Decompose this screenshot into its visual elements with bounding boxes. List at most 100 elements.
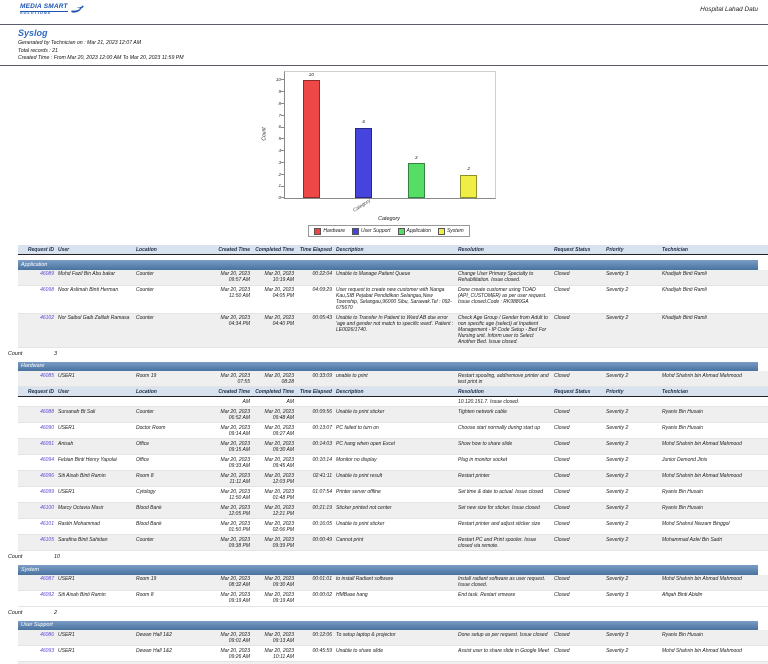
request-id-link[interactable]: 46098 [40, 287, 54, 293]
cell-description: Printer server offline [334, 487, 456, 503]
cell-completed: Mar 20, 2023 04:05 PM [252, 285, 296, 313]
logo-swoosh-icon [70, 4, 84, 15]
cell-description: HMBase hang [334, 590, 456, 606]
media-smart-logo: MEDIA SMART SOLUTIONS [20, 4, 84, 16]
request-id-link[interactable]: 46100 [40, 505, 54, 511]
cell-id: 46096 [18, 471, 56, 487]
request-row: 46101Rastin MohammadBlood BankMar 20, 20… [18, 519, 768, 535]
request-row: 46102Nor Saibul Gaib Zalilah RamasaCount… [18, 313, 768, 347]
cell-elapsed: 01:07:54 [296, 487, 334, 503]
request-id-link[interactable]: 46087 [40, 576, 54, 582]
cell-description: PC hang when open Excel [334, 439, 456, 455]
cell-created: Mar 20, 2023 09:57 AM [208, 270, 252, 286]
table-main-header: Request IDUserLocationCreated TimeComple… [18, 245, 768, 255]
col-description: Description [334, 245, 456, 255]
cell-completed: Mar 20, 2023 04:40 PM [252, 313, 296, 347]
bar-value-label: 2 [459, 168, 479, 173]
y-tick-mark [281, 174, 285, 175]
request-row: 46100Marcy Octavia MasirBlood BankMar 20… [18, 503, 768, 519]
cell-id: 46089 [18, 270, 56, 286]
cell-status: Closed [552, 646, 604, 662]
cell-location: Room 19 [134, 575, 208, 591]
cell-status: Closed [552, 471, 604, 487]
cell-status: Closed [552, 487, 604, 503]
request-id-link[interactable]: 46093 [40, 648, 54, 654]
request-id-link[interactable]: 46101 [40, 521, 54, 527]
request-row: 46099USER1CytologyMar 20, 2023 11:50 AMM… [18, 487, 768, 503]
cell-id: 46088 [18, 407, 56, 423]
request-id-link[interactable]: 46089 [40, 271, 54, 277]
cell-resolution: Choose start normally during start up [456, 423, 552, 439]
request-id-link[interactable]: 46085 [40, 373, 54, 379]
request-row: 46092Siti Aisah Binti RaminRoom 8Mar 20,… [18, 590, 768, 606]
cell-user: Siti Aisah Binti Ramin [56, 471, 134, 487]
request-row: 46087USER1Room 19Mar 20, 2023 08:32 AMMa… [18, 575, 768, 591]
cell-completed: Mar 20, 2023 12:03 PM [252, 471, 296, 487]
cell-created: Mar 20, 2023 09:15 AM [208, 439, 252, 455]
x-tick-label: Category [353, 199, 372, 214]
cell-user: Noor Aslimah Binti Herman [56, 285, 134, 313]
request-id-link[interactable]: 46088 [40, 409, 54, 415]
col-status: Request Status [552, 387, 604, 397]
report-title-block: Syslog Generated by Technician on : Mar … [0, 25, 768, 65]
cell-elapsed: 00:33:09 [296, 371, 334, 387]
bar-value-label: 6 [354, 121, 374, 126]
cell-resolution: Restart printer [456, 471, 552, 487]
cell-priority: Severity 2 [604, 646, 660, 662]
request-id-link[interactable]: 46094 [40, 457, 54, 463]
y-tick-mark [281, 197, 285, 198]
cell-created: Mar 20, 2023 09:38 PM [208, 535, 252, 551]
request-id-link[interactable]: 46099 [40, 489, 54, 495]
request-id-link[interactable]: 46096 [40, 473, 54, 479]
request-id-link[interactable]: 46092 [40, 592, 54, 598]
cell-priority: Severity 2 [604, 535, 660, 551]
cell-location: Blood Bank [134, 503, 208, 519]
request-id-link[interactable]: 46105 [40, 537, 54, 543]
cell-elapsed: 00:12:06 [296, 630, 334, 646]
cell-id: 46085 [18, 371, 56, 387]
cell-created: Mar 20, 2023 11:50 AM [208, 285, 252, 313]
request-row: 46098Noor Aslimah Binti HermanCounterMar… [18, 285, 768, 313]
cell-description: to install Radiant software [334, 575, 456, 591]
request-id-link[interactable]: 46090 [40, 425, 54, 431]
table-user-support: 46086USER1Dewan Hall 1&2Mar 20, 2023 09:… [18, 630, 768, 664]
cell-location: Office [134, 455, 208, 471]
cell-technician: Mohd Shahrin bin Ahmad Mahmood [660, 439, 768, 455]
request-id-link[interactable]: 46102 [40, 315, 54, 321]
request-id-link[interactable]: 46086 [40, 632, 54, 638]
request-row: 46089Mohd Fazil Bin Abu bakarCounterMar … [18, 270, 768, 286]
cell-id: 46093 [18, 646, 56, 662]
count-label: Count [8, 554, 54, 560]
request-row: 46090USER1Doctor RoomMar 20, 2023 09:14 … [18, 423, 768, 439]
bar-system [460, 175, 477, 199]
cell-user: Febian Binti Henry Yapolai [56, 455, 134, 471]
count-value: 3 [54, 351, 57, 357]
cell-technician: Mohd Shahrin bin Ahmad Mahmood [660, 371, 768, 387]
col-technician: Technician [660, 245, 768, 255]
cell-location: Counter [134, 313, 208, 347]
cell-resolution: Plug in monitor socket [456, 455, 552, 471]
cell-user: USER1 [56, 423, 134, 439]
cell-description: To setup laptop & projector [334, 630, 456, 646]
legend-row: HardwareUser SupportApplicationSystem [284, 222, 494, 237]
request-id-link[interactable]: 46091 [40, 441, 54, 447]
cell-resolution: Set new size for sticker. Issue closed [456, 503, 552, 519]
cell-created: Mar 20, 2023 09:14 AM [208, 423, 252, 439]
cell-resolution: Restart spooling, add/remove printer and… [456, 371, 552, 387]
request-row: 46093USER1Dewan Hall 1&2Mar 20, 2023 09:… [18, 646, 768, 662]
cell-description: Unable to Transfer In Patient to Ward AB… [334, 313, 456, 347]
cell-technician: Mohammad Azlei Bin Sadri [660, 535, 768, 551]
count-label: Count [8, 610, 54, 616]
legend-item-user-support: User Support [352, 228, 390, 235]
cell-status: Closed [552, 519, 604, 535]
cell-completed: Mar 20, 2023 08:28 [252, 371, 296, 387]
cell-completed: Mar 20, 2023 09:19 AM [252, 590, 296, 606]
cell-completed: Mar 20, 2023 09:39 PM [252, 535, 296, 551]
cell-location: Room 8 [134, 471, 208, 487]
table-application: 46089Mohd Fazil Bin Abu bakarCounterMar … [18, 270, 768, 348]
cell-elapsed: 00:45:59 [296, 646, 334, 662]
legend-item-application: Application [398, 228, 431, 235]
cell-user: USER1 [56, 646, 134, 662]
cell-priority: Severity 3 [604, 630, 660, 646]
cell-id: 46094 [18, 455, 56, 471]
